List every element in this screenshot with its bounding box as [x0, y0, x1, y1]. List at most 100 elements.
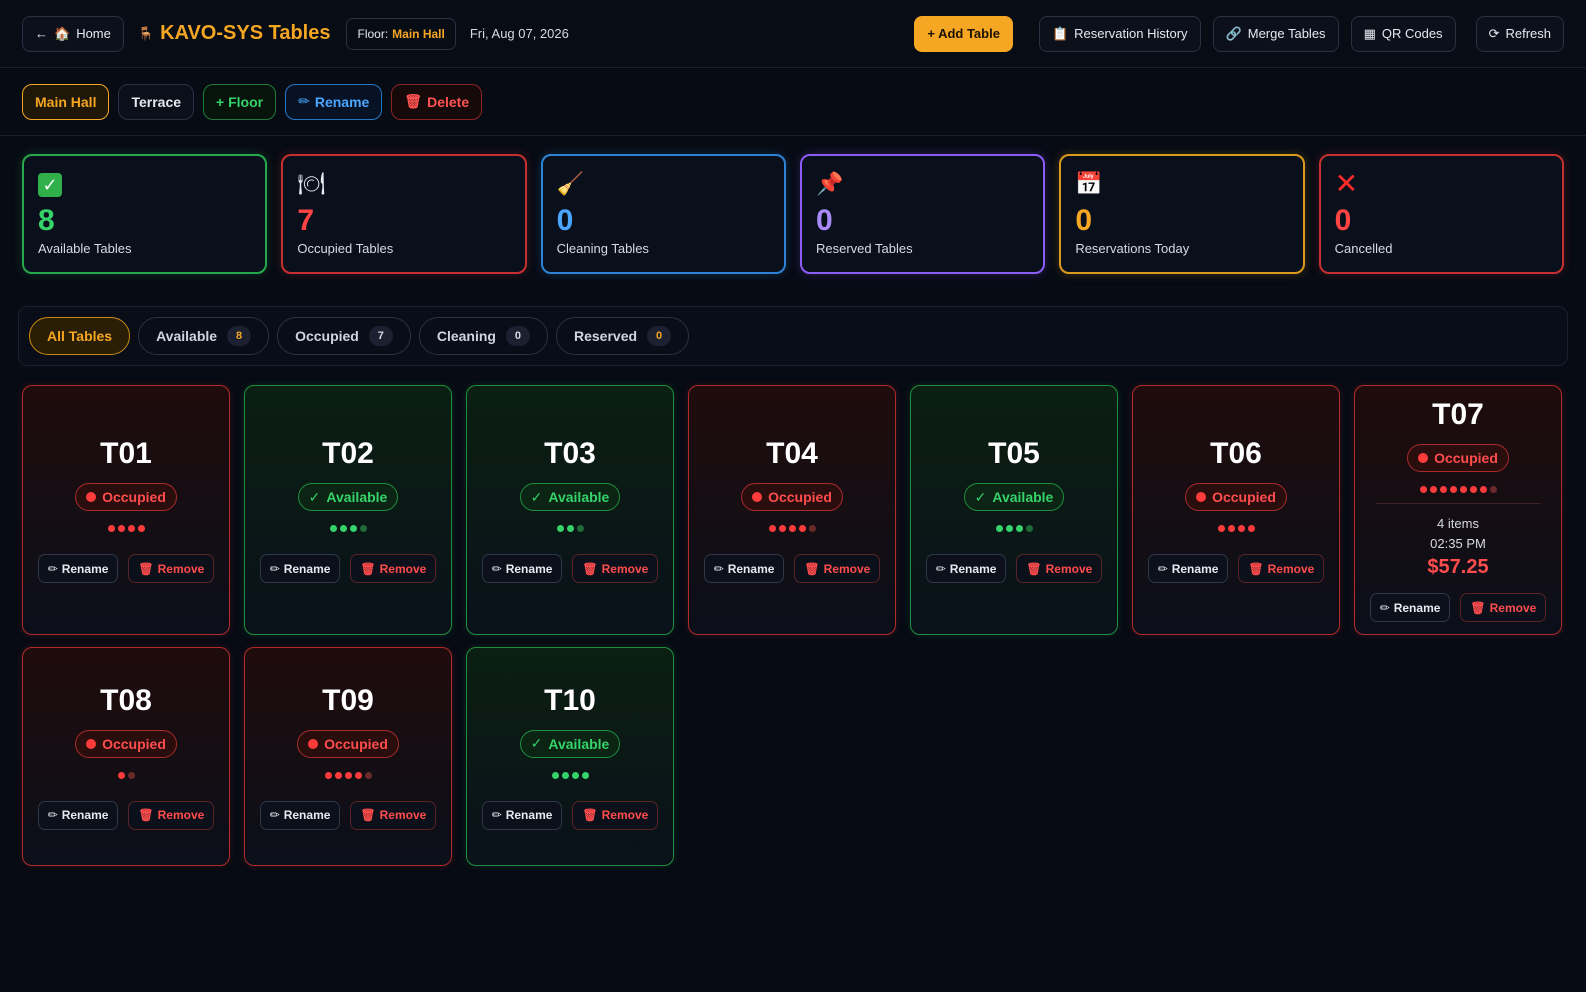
seat-dot [798, 525, 806, 532]
trash-icon: 🗑 [138, 561, 154, 576]
refresh-label: Refresh [1505, 26, 1551, 41]
rename-label: Rename [1393, 600, 1441, 615]
rename-table-button[interactable]: ✏ Rename [1147, 554, 1229, 583]
filter-tab-all[interactable]: All Tables [29, 317, 131, 355]
seat-indicators [551, 771, 589, 779]
seat-indicators [1217, 525, 1255, 532]
stat-label: Reservations Today [1075, 241, 1190, 256]
rename-table-button[interactable]: ✏ Rename [259, 800, 341, 830]
rename-table-button[interactable]: ✏ Rename [481, 800, 563, 830]
delete-floor-button[interactable]: 🗑 Delete [391, 83, 483, 120]
rename-table-button[interactable]: ✏ Rename [703, 554, 785, 583]
table-card[interactable]: T05 ✓ Available ✏ Rename 🗑 Remove [910, 385, 1118, 635]
seat-indicators [995, 525, 1033, 532]
trash-icon: 🗑 [360, 808, 376, 822]
remove-table-button[interactable]: 🗑 Remove [1016, 554, 1103, 583]
trash-icon: 🗑 [582, 561, 598, 576]
current-date: Fri, Aug 07, 2026 [469, 26, 569, 41]
table-status-badge: ✓ Available [519, 483, 621, 511]
rename-floor-button[interactable]: ✏ Rename [285, 83, 383, 120]
add-table-button[interactable]: + Add Table [914, 15, 1013, 52]
stat-label: Cleaning Tables [556, 241, 649, 256]
filter-bar: All Tables Available 8 Occupied 7 Cleani… [18, 306, 1568, 366]
seat-dot [1449, 486, 1457, 493]
rename-label: Rename [727, 561, 775, 576]
filter-tab-label: All Tables [47, 328, 113, 344]
red-dot-icon [86, 492, 97, 502]
table-card[interactable]: T09 Occupied ✏ Rename 🗑 Remove [244, 647, 452, 866]
table-name: T07 [1432, 398, 1484, 431]
rename-table-button[interactable]: ✏ Rename [925, 554, 1007, 583]
qr-icon: ▦ [1363, 25, 1376, 41]
rename-label: Rename [505, 808, 553, 822]
rename-label: Rename [505, 561, 553, 576]
table-card[interactable]: T04 Occupied ✏ Rename 🗑 Remove [688, 385, 896, 635]
rename-table-button[interactable]: ✏ Rename [481, 554, 563, 583]
remove-table-button[interactable]: 🗑 Remove [794, 554, 881, 583]
table-card[interactable]: T03 ✓ Available ✏ Rename 🗑 Remove [466, 385, 674, 635]
filter-tab-cleaning[interactable]: Cleaning 0 [418, 317, 548, 355]
filter-tab-available[interactable]: Available 8 [138, 317, 270, 355]
remove-table-button[interactable]: 🗑 Remove [1238, 554, 1325, 583]
remove-table-button[interactable]: 🗑 Remove [1460, 593, 1547, 622]
seat-indicators [329, 525, 367, 532]
remove-label: Remove [1489, 600, 1537, 615]
floor-bar: Main Hall Terrace + Floor ✏ Rename 🗑 Del… [0, 68, 1586, 136]
remove-table-button[interactable]: 🗑 Remove [128, 554, 215, 583]
table-card[interactable]: T10 ✓ Available ✏ Rename 🗑 Remove [466, 647, 674, 866]
seat-dot [561, 771, 569, 779]
filter-tab-reserved[interactable]: Reserved 0 [555, 317, 690, 355]
table-card[interactable]: T02 ✓ Available ✏ Rename 🗑 Remove [244, 385, 452, 635]
tables-grid: T01 Occupied ✏ Rename 🗑 Remove T02 ✓ Available ✏ R… [0, 366, 1586, 866]
cross-mark-icon: ✕ [1334, 168, 1359, 199]
pencil-icon: ✏ [713, 561, 724, 576]
rename-label: Rename [283, 808, 331, 822]
stat-card-cleaning: 🧹 0 Cleaning Tables [540, 154, 786, 274]
table-card[interactable]: T07 Occupied 4 items 02:35 PM $57.25 ✏ Rename 🗑… [1354, 385, 1562, 635]
seat-dot [1489, 486, 1497, 493]
count-badge: 0 [647, 326, 672, 346]
refresh-button[interactable]: ⟳ Refresh [1475, 15, 1564, 52]
table-status-badge: Occupied [1407, 444, 1509, 472]
reservation-history-label: Reservation History [1074, 26, 1188, 41]
table-card[interactable]: T01 Occupied ✏ Rename 🗑 Remove [22, 385, 230, 635]
divider [1375, 503, 1541, 504]
rename-table-button[interactable]: ✏ Rename [259, 554, 341, 583]
qr-codes-button[interactable]: ▦ QR Codes [1350, 15, 1456, 52]
pencil-icon: ✏ [935, 561, 946, 576]
rename-table-button[interactable]: ✏ Rename [37, 554, 119, 583]
rename-table-button[interactable]: ✏ Rename [37, 800, 119, 830]
rename-label: Rename [61, 808, 109, 822]
remove-table-button[interactable]: 🗑 Remove [572, 800, 659, 830]
remove-table-button[interactable]: 🗑 Remove [350, 554, 437, 583]
seat-dot [1247, 525, 1255, 532]
add-floor-button[interactable]: + Floor [203, 83, 277, 120]
merge-tables-button[interactable]: 🔗 Merge Tables [1212, 15, 1339, 52]
remove-table-button[interactable]: 🗑 Remove [128, 800, 215, 830]
top-bar: ← 🏠 Home 🪑 KAVO-SYS Tables Floor: Main H… [0, 0, 1586, 68]
red-dot-icon [1418, 453, 1429, 463]
home-button[interactable]: ← 🏠 Home [22, 15, 124, 52]
remove-table-button[interactable]: 🗑 Remove [350, 800, 437, 830]
floor-tab-terrace[interactable]: Terrace [118, 83, 195, 120]
remove-table-button[interactable]: 🗑 Remove [572, 554, 659, 583]
seat-dot [778, 525, 786, 532]
remove-label: Remove [1267, 561, 1315, 576]
app-title-text: KAVO-SYS Tables [160, 22, 331, 44]
floor-tab-main-hall[interactable]: Main Hall [22, 83, 110, 120]
table-name: T01 [100, 437, 152, 470]
table-card[interactable]: T08 Occupied ✏ Rename 🗑 Remove [22, 647, 230, 866]
seat-dot [768, 525, 776, 532]
trash-icon: 🗑 [804, 561, 820, 576]
table-actions: ✏ Rename 🗑 Remove [481, 800, 659, 830]
table-card[interactable]: T06 Occupied ✏ Rename 🗑 Remove [1132, 385, 1340, 635]
seat-dot [324, 771, 332, 779]
seat-dot [1479, 486, 1487, 493]
seat-dot [1419, 486, 1427, 493]
rename-table-button[interactable]: ✏ Rename [1369, 593, 1451, 622]
status-label: Occupied [102, 735, 166, 752]
filter-tab-occupied[interactable]: Occupied 7 [277, 317, 411, 355]
table-actions: ✏ Rename 🗑 Remove [703, 554, 881, 583]
reservation-history-button[interactable]: 📋 Reservation History [1038, 15, 1201, 52]
pencil-icon: ✏ [491, 808, 502, 822]
